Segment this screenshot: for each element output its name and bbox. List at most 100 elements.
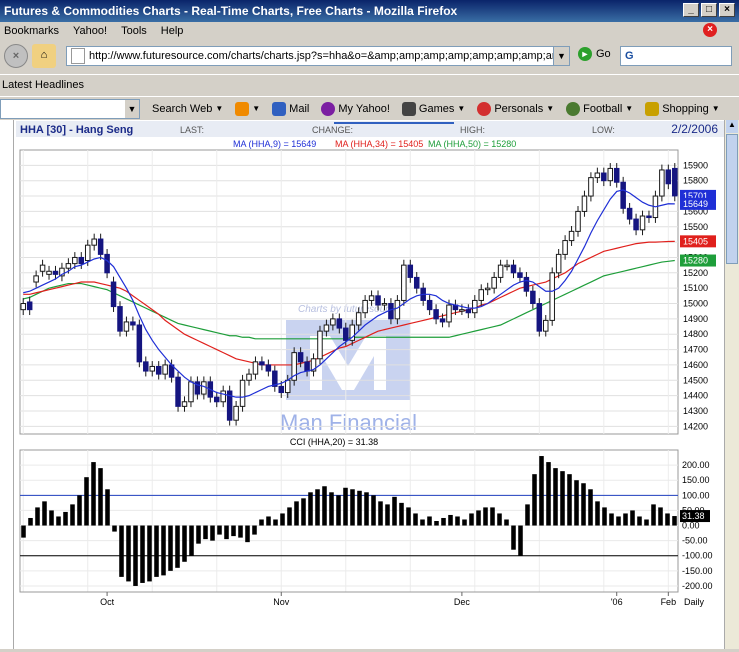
month-label: Dec — [454, 597, 471, 607]
candle-body — [84, 244, 91, 262]
cci-bar — [266, 516, 271, 526]
yahoo-search-input[interactable]: ▼ — [0, 98, 140, 119]
address-bar[interactable]: http://www.futuresource.com/charts/chart… — [66, 46, 570, 66]
price-tick-label: 15800 — [683, 176, 708, 186]
menu-tools[interactable]: Tools — [121, 25, 147, 37]
cci-bar — [455, 516, 460, 526]
cci-bar — [469, 513, 474, 526]
cci-bar — [210, 525, 215, 541]
cci-bar — [651, 504, 656, 526]
price-tick-label: 15900 — [683, 160, 708, 170]
price-tick-label: 14300 — [683, 406, 708, 416]
personals-button[interactable]: Personals ▼ — [477, 101, 554, 116]
cci-bar — [672, 516, 677, 526]
scroll-thumb[interactable] — [726, 134, 738, 264]
games-button[interactable]: Games ▼ — [401, 101, 465, 116]
month-label: '06 — [611, 597, 623, 607]
search-value: G — [625, 50, 634, 62]
cci-bar — [84, 477, 89, 526]
cci-bar — [392, 496, 397, 526]
my-yahoo-icon — [321, 101, 336, 116]
cci-bar — [602, 507, 607, 526]
candle-body — [65, 263, 72, 269]
price-tick-label: 15100 — [683, 283, 708, 293]
url-dropdown-button[interactable]: ▼ — [553, 47, 569, 65]
candle-body — [523, 276, 530, 292]
cci-tick-label: -50.00 — [682, 536, 708, 546]
yahoo-search-dropdown[interactable]: ▼ — [125, 99, 139, 118]
menu-yahoo[interactable]: Yahoo! — [73, 25, 107, 37]
candle-body — [626, 207, 633, 220]
cci-bar — [518, 525, 523, 556]
my-yahoo-button[interactable]: My Yahoo! — [321, 101, 390, 116]
chart-symbol: HHA [30] - Hang Seng — [20, 124, 133, 136]
candle-body — [117, 306, 123, 332]
price-tick-label: 15500 — [683, 222, 708, 232]
candle-body — [39, 264, 46, 272]
bookmark-latest-headlines[interactable]: Latest Headlines — [2, 79, 84, 91]
cci-bar — [644, 519, 649, 526]
cci-bar — [539, 456, 544, 526]
cci-bar — [413, 513, 418, 526]
candle-body — [20, 303, 26, 311]
candle-body — [388, 303, 394, 320]
go-label: Go — [596, 48, 611, 60]
cci-bar — [350, 489, 355, 526]
menu-help[interactable]: Help — [161, 25, 184, 37]
candle-body — [407, 264, 414, 278]
cci-bar — [175, 525, 180, 568]
cci-bar — [406, 507, 411, 526]
football-button[interactable]: Football ▼ — [566, 101, 634, 116]
home-icon[interactable]: ⌂ — [32, 44, 56, 68]
candle-body — [278, 385, 285, 394]
cci-bar — [280, 513, 285, 526]
cci-bar — [315, 489, 320, 526]
cci-bar — [546, 462, 551, 526]
price-tick-label: 14600 — [683, 360, 708, 370]
cci-bar — [35, 507, 40, 526]
candle-body — [517, 272, 523, 278]
cci-bar — [658, 507, 663, 526]
candle-body — [297, 352, 304, 363]
stop-loading-icon[interactable]: × — [4, 44, 28, 68]
cci-bar — [231, 525, 236, 537]
go-button[interactable]: ► Go — [578, 47, 611, 61]
scroll-up-icon[interactable]: ▲ — [726, 120, 738, 133]
search-web-button[interactable]: Search Web ▼ — [152, 103, 223, 115]
vertical-scrollbar[interactable]: ▲ — [724, 120, 739, 649]
cci-bar — [147, 525, 152, 582]
search-web-label: Search Web — [152, 102, 213, 115]
minimize-button[interactable]: _ — [683, 3, 699, 17]
candle-body — [201, 381, 207, 395]
price-tick-label: 14900 — [683, 314, 708, 324]
candle-body — [588, 177, 594, 197]
chevron-down-icon: ▼ — [625, 104, 634, 113]
search-input[interactable]: G — [620, 46, 732, 66]
cci-bar — [595, 501, 600, 526]
price-value-marker-label: 15649 — [683, 199, 708, 209]
candle-body — [91, 238, 97, 246]
cci-bar — [112, 525, 117, 532]
cci-bar — [21, 525, 26, 538]
candle-body — [78, 256, 85, 265]
candle-body — [362, 299, 368, 314]
shopping-button[interactable]: Shopping ▼ — [645, 101, 720, 116]
price-tick-label: 15200 — [683, 268, 708, 278]
candle-body — [330, 318, 336, 326]
window-titlebar: Futures & Commodities Charts - Real-Time… — [0, 0, 739, 22]
high-label: HIGH: — [460, 125, 485, 135]
cci-bar — [322, 486, 327, 526]
cci-bar — [308, 492, 313, 526]
menu-bookmarks[interactable]: Bookmarks — [4, 25, 59, 37]
yahoo-toolbar: ▼ Search Web ▼ ▼ Mail My Yahoo! Games ▼ … — [0, 96, 739, 120]
close-window-button[interactable]: × — [719, 3, 735, 17]
yahoo-mail-button[interactable]: Mail — [272, 101, 309, 116]
candle-body — [155, 365, 162, 375]
maximize-button[interactable]: □ — [701, 3, 717, 17]
candle-body — [375, 295, 381, 306]
bookmarks-toolbar: Latest Headlines — [0, 74, 739, 94]
stop-icon[interactable]: × — [703, 23, 717, 37]
yahoo-plus-button[interactable]: ▼ — [235, 101, 260, 116]
cci-bar — [182, 525, 187, 562]
games-icon — [401, 101, 416, 116]
